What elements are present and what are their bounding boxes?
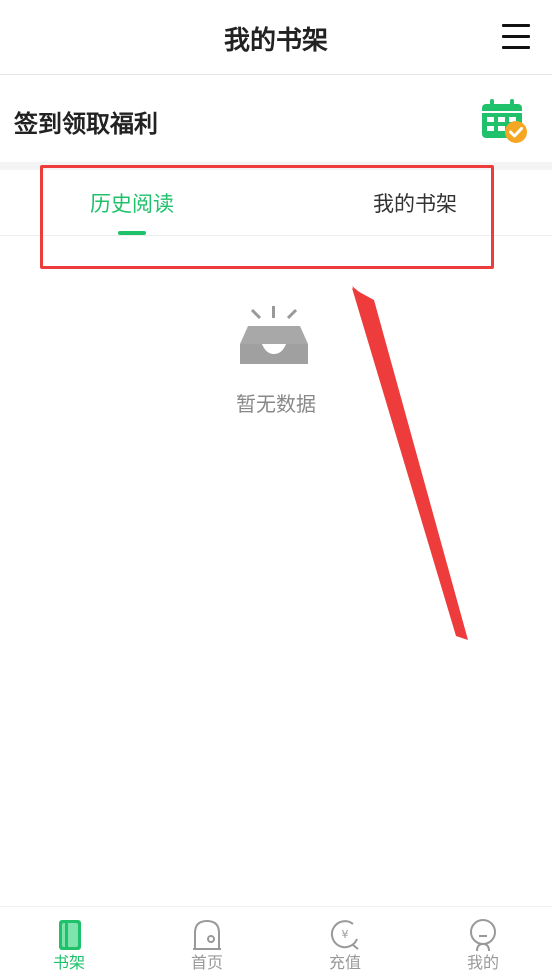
recharge-yen-icon: ¥ <box>330 920 359 950</box>
bottom-navigation: 书架 首页 ¥ 充值 我的 <box>0 906 552 976</box>
nav-home[interactable]: 首页 <box>138 907 276 976</box>
bookshelf-icon <box>59 920 81 950</box>
empty-tray-icon <box>240 306 308 364</box>
home-icon <box>193 919 221 950</box>
profile-icon <box>470 919 496 952</box>
nav-bookshelf[interactable]: 书架 <box>0 907 138 976</box>
nav-profile-label: 我的 <box>466 953 499 972</box>
highlight-box <box>40 165 494 269</box>
nav-profile[interactable]: 我的 <box>414 907 552 976</box>
page-title: 我的书架 <box>223 26 328 56</box>
nav-recharge[interactable]: ¥ 充值 <box>276 907 414 976</box>
empty-state-text: 暂无数据 <box>236 392 316 416</box>
svg-text:¥: ¥ <box>342 928 349 941</box>
nav-home-label: 首页 <box>190 953 223 972</box>
checkin-label: 签到领取福利 <box>14 110 158 138</box>
calendar-check-icon[interactable] <box>480 98 530 144</box>
checkin-banner[interactable]: 签到领取福利 <box>0 76 552 162</box>
top-bar: 我的书架 <box>0 0 552 75</box>
hamburger-menu-icon[interactable] <box>502 24 532 50</box>
nav-recharge-label: 充值 <box>328 953 361 972</box>
nav-bookshelf-label: 书架 <box>52 953 85 972</box>
